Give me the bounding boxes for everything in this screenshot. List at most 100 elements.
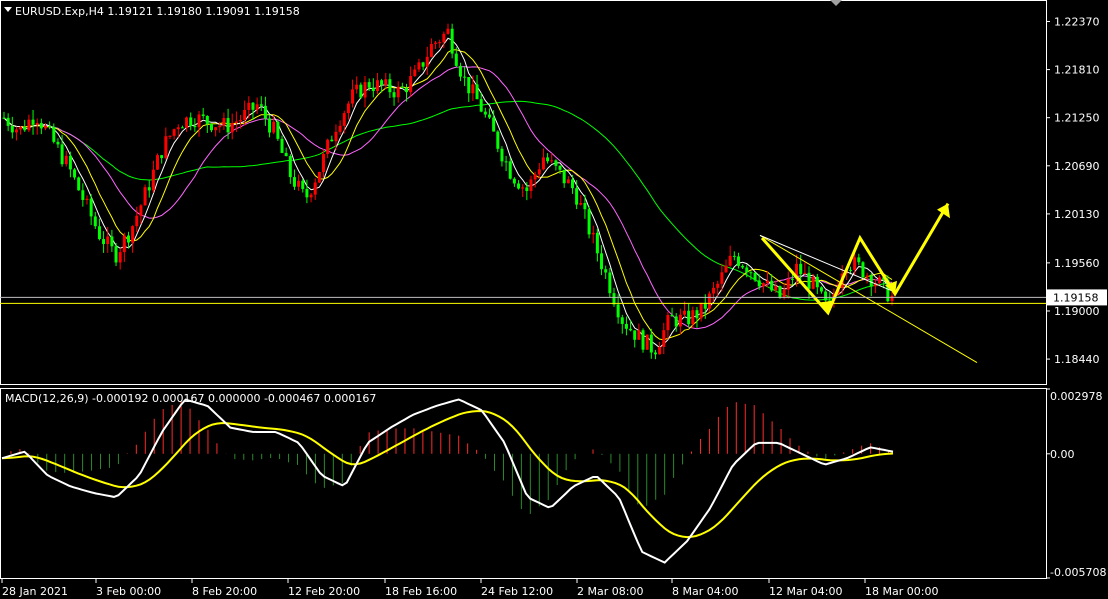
candle-body	[23, 126, 27, 131]
candle-body	[712, 287, 716, 294]
chart-shift-marker-icon[interactable]	[830, 0, 842, 6]
candle-body	[151, 169, 155, 191]
candle-body	[475, 84, 479, 100]
candle-body	[512, 178, 516, 184]
candle-body	[766, 280, 770, 284]
candle-body	[467, 77, 471, 94]
candle-body	[10, 125, 14, 133]
price-tick-label: 1.20130	[1054, 208, 1100, 221]
candle-body	[2, 117, 6, 119]
candle-body	[678, 314, 682, 327]
candle-body	[143, 187, 147, 206]
candle-body	[421, 62, 425, 67]
candle-body	[757, 280, 761, 287]
candle-body	[604, 269, 608, 273]
time-tick-label: 8 Mar 04:00	[672, 585, 738, 598]
candle-body	[322, 153, 326, 172]
candle-body	[247, 102, 251, 110]
candle-body	[351, 89, 355, 104]
candle-body	[674, 316, 678, 327]
candle-body	[205, 115, 209, 124]
candle-body	[89, 198, 93, 217]
candle-body	[741, 265, 745, 268]
candle-body	[770, 280, 774, 291]
candle-body	[753, 272, 757, 281]
candle-body	[728, 255, 732, 266]
candle-body	[135, 215, 139, 227]
price-tick-label: 1.19560	[1054, 257, 1100, 270]
candle-body	[268, 118, 272, 133]
candle-body	[778, 286, 782, 298]
candle-body	[201, 114, 205, 116]
candle-body	[653, 352, 657, 355]
candle-body	[425, 56, 429, 67]
candle-body	[85, 198, 89, 200]
candle-body	[292, 177, 296, 187]
candle-body	[48, 126, 52, 128]
candle-body	[172, 129, 176, 136]
candle-body	[649, 334, 653, 353]
candle-body	[537, 169, 541, 175]
arrow-head-icon	[937, 203, 950, 219]
candle-body	[579, 202, 583, 205]
candle-body	[14, 129, 18, 133]
candle-body	[276, 121, 280, 139]
candle-body	[43, 126, 47, 129]
candle-body	[570, 179, 574, 189]
candle-body	[330, 139, 334, 142]
candle-body	[658, 346, 662, 355]
candle-body	[716, 283, 720, 288]
time-tick-label: 3 Feb 00:00	[96, 585, 161, 598]
candle-body	[624, 323, 628, 329]
candle-body	[434, 42, 438, 44]
candle-body	[189, 117, 193, 127]
candle-body	[670, 315, 674, 317]
candle-body	[849, 269, 853, 271]
macd-indicator	[1, 398, 894, 564]
candle-body	[496, 131, 500, 149]
candle-body	[52, 126, 56, 142]
time-tick-label: 24 Feb 12:00	[481, 585, 553, 598]
candle-body	[214, 127, 218, 131]
candle-body	[687, 310, 691, 325]
candle-body	[583, 202, 587, 210]
candle-body	[454, 53, 458, 66]
candle-body	[259, 104, 263, 106]
candle-body	[869, 275, 873, 287]
candle-body	[541, 157, 545, 170]
candle-body	[629, 328, 633, 331]
candle-body	[131, 226, 135, 243]
macd-signal-line	[1, 409, 894, 539]
candle-body	[562, 169, 566, 184]
candle-body	[720, 272, 724, 284]
time-tick-label: 28 Jan 2021	[2, 585, 68, 598]
candle-body	[699, 302, 703, 319]
candle-body	[110, 236, 114, 247]
candle-body	[64, 155, 68, 165]
candle-body	[471, 84, 475, 94]
candle-body	[413, 69, 417, 77]
candle-body	[31, 119, 35, 125]
candle-body	[375, 80, 379, 92]
candle-body	[367, 82, 371, 88]
candle-body	[707, 293, 711, 309]
candle-body	[97, 226, 101, 240]
dropdown-triangle-icon[interactable]	[4, 7, 12, 12]
price-tick-label: 1.19000	[1054, 305, 1100, 318]
candle-body	[73, 169, 77, 178]
candlesticks	[2, 23, 894, 360]
candle-body	[525, 187, 529, 191]
candle-body	[637, 330, 641, 340]
candle-body	[616, 304, 620, 318]
candle-body	[732, 255, 736, 257]
candle-body	[396, 86, 400, 98]
candle-body	[263, 105, 267, 119]
candle-body	[363, 82, 367, 98]
candle-body	[309, 194, 313, 198]
candle-body	[81, 190, 85, 200]
candle-body	[56, 141, 60, 145]
candle-body	[197, 114, 201, 128]
candle-body	[824, 291, 828, 301]
time-tick-label: 8 Feb 20:00	[192, 585, 257, 598]
candle-body	[608, 272, 612, 294]
